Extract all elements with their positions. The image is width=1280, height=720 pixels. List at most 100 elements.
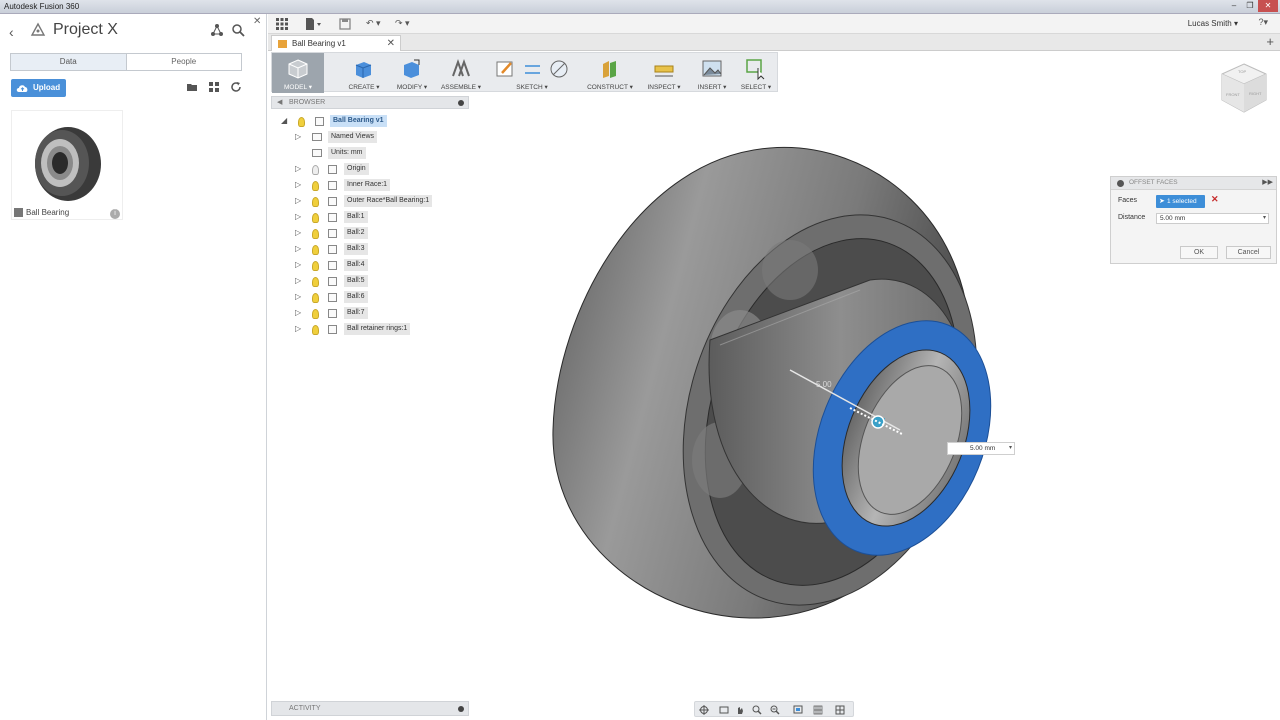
tree-item-label: Named Views	[328, 131, 378, 143]
dialog-expand-icon[interactable]: ▶▶	[1262, 178, 1273, 186]
expand-arrow-icon[interactable]: ▷	[295, 196, 301, 205]
ball-bearing-model[interactable]	[540, 140, 1010, 625]
document-tab[interactable]: Ball Bearing v1 ✕	[271, 35, 401, 51]
file-name[interactable]: Ball Bearing	[14, 208, 122, 222]
maximize-button[interactable]: ❐	[1242, 0, 1258, 12]
close-panel-icon[interactable]: ✕	[253, 16, 261, 27]
create-sketch-icon	[496, 61, 513, 77]
help-menu[interactable]: ?▾	[1258, 17, 1268, 28]
look-at-icon[interactable]	[719, 705, 729, 715]
grid-settings-icon[interactable]	[813, 705, 823, 715]
close-tab-icon[interactable]: ✕	[387, 36, 395, 51]
redo-icon[interactable]: ↷ ▾	[395, 18, 410, 30]
project-name[interactable]: Project X	[53, 21, 118, 39]
collapse-arrow-icon[interactable]: ◀	[277, 98, 282, 106]
browser-pin-icon[interactable]	[458, 100, 464, 106]
visibility-bulb-icon[interactable]	[312, 325, 319, 335]
dropdown-arrow-icon[interactable]: ▾	[1009, 443, 1012, 454]
refresh-icon[interactable]	[230, 81, 242, 93]
model-workspace-icon	[288, 59, 308, 79]
expand-arrow-icon[interactable]: ◢	[281, 116, 287, 125]
file-menu-icon[interactable]	[305, 18, 323, 30]
expand-arrow-icon[interactable]: ▷	[295, 228, 301, 237]
visibility-bulb-icon[interactable]	[312, 245, 319, 255]
ok-button[interactable]: OK	[1180, 246, 1218, 259]
visibility-bulb-icon[interactable]	[312, 197, 319, 207]
grid-view-icon[interactable]	[208, 81, 220, 93]
expand-arrow-icon[interactable]: ▷	[295, 164, 301, 173]
share-icon[interactable]	[210, 23, 224, 37]
expand-arrow-icon[interactable]: ▷	[295, 260, 301, 269]
orbit-icon[interactable]	[699, 705, 709, 715]
fit-icon[interactable]	[770, 705, 780, 715]
expand-arrow-icon[interactable]: ▷	[295, 276, 301, 285]
viewcube-top-label[interactable]: TOP	[1238, 69, 1246, 74]
cancel-button[interactable]: Cancel	[1226, 246, 1271, 259]
construct-menu[interactable]: CONSTRUCT ▾	[582, 53, 638, 93]
distance-manipulator-input[interactable]: 5.00 mm ▾	[947, 442, 1015, 455]
pan-icon[interactable]	[735, 705, 745, 715]
new-tab-icon[interactable]: +	[1266, 34, 1274, 49]
visibility-bulb-icon[interactable]	[298, 117, 305, 127]
sketch-circle-icon	[550, 60, 568, 78]
expand-arrow-icon[interactable]: ▷	[295, 324, 301, 333]
viewports-icon[interactable]	[835, 705, 845, 715]
expand-arrow-icon[interactable]: ▷	[295, 180, 301, 189]
undo-icon[interactable]: ↶ ▾	[366, 18, 381, 30]
zoom-icon[interactable]	[752, 705, 762, 715]
faces-selection-button[interactable]: ➤ 1 selected	[1156, 195, 1205, 208]
expand-arrow-icon[interactable]: ▷	[295, 132, 301, 141]
component-icon	[328, 325, 337, 334]
visibility-bulb-icon[interactable]	[312, 261, 319, 271]
inspect-menu[interactable]: INSPECT ▾	[642, 53, 686, 93]
browser-header[interactable]: ◀ BROWSER	[271, 96, 469, 109]
back-icon[interactable]: ‹	[9, 24, 14, 40]
select-menu[interactable]: SELECT ▾	[734, 53, 778, 93]
visibility-bulb-icon[interactable]	[312, 213, 319, 223]
upload-button[interactable]: Upload	[11, 79, 66, 97]
expand-arrow-icon[interactable]: ▷	[295, 244, 301, 253]
assemble-menu[interactable]: ASSEMBLE ▾	[436, 53, 486, 93]
new-folder-icon[interactable]	[186, 81, 198, 93]
workspace-switcher[interactable]: MODEL ▾	[272, 53, 324, 93]
user-menu[interactable]: Lucas Smith ▾	[1188, 19, 1238, 28]
tree-item-label: Ball:4	[344, 259, 368, 271]
title-bar: Autodesk Fusion 360 – ❐ ✕	[0, 0, 1280, 14]
close-button[interactable]: ✕	[1258, 0, 1278, 12]
display-settings-icon[interactable]	[793, 705, 803, 715]
tab-people[interactable]: People	[127, 54, 242, 70]
file-thumbnail[interactable]	[11, 110, 123, 220]
visibility-bulb-icon[interactable]	[312, 165, 319, 175]
sketch-menu[interactable]: SKETCH ▾	[488, 53, 576, 93]
visibility-bulb-icon[interactable]	[312, 181, 319, 191]
sketch-label: SKETCH ▾	[516, 84, 548, 91]
dropdown-arrow-icon[interactable]: ▾	[1263, 214, 1266, 223]
activity-pin-icon[interactable]	[458, 706, 464, 712]
app-grid-icon[interactable]	[276, 18, 288, 30]
search-icon[interactable]	[231, 23, 245, 37]
viewcube-right-label[interactable]: RIGHT	[1249, 91, 1262, 96]
tree-item-label: Ball:1	[344, 211, 368, 223]
viewcube-front-label[interactable]: FRONT	[1226, 92, 1240, 97]
insert-menu[interactable]: INSERT ▾	[690, 53, 734, 93]
save-icon[interactable]	[339, 18, 351, 30]
visibility-bulb-icon[interactable]	[312, 293, 319, 303]
component-icon	[328, 197, 337, 206]
activity-bar[interactable]: ACTIVITY	[271, 701, 469, 716]
dialog-header[interactable]: OFFSET FACES ▶▶	[1111, 177, 1276, 190]
visibility-bulb-icon[interactable]	[312, 277, 319, 287]
component-icon	[328, 309, 337, 318]
expand-arrow-icon[interactable]: ▷	[295, 308, 301, 317]
info-icon[interactable]: i	[110, 209, 120, 219]
dialog-collapse-icon[interactable]	[1117, 180, 1124, 187]
clear-selection-icon[interactable]: ✕	[1211, 194, 1219, 205]
expand-arrow-icon[interactable]: ▷	[295, 292, 301, 301]
visibility-bulb-icon[interactable]	[312, 229, 319, 239]
tab-data[interactable]: Data	[11, 54, 127, 70]
modify-menu[interactable]: MODIFY ▾	[388, 53, 436, 93]
distance-input[interactable]: 5.00 mm ▾	[1156, 213, 1269, 224]
visibility-bulb-icon[interactable]	[312, 309, 319, 319]
minimize-button[interactable]: –	[1226, 0, 1242, 12]
expand-arrow-icon[interactable]: ▷	[295, 212, 301, 221]
view-cube[interactable]: TOP FRONT RIGHT	[1216, 60, 1272, 118]
